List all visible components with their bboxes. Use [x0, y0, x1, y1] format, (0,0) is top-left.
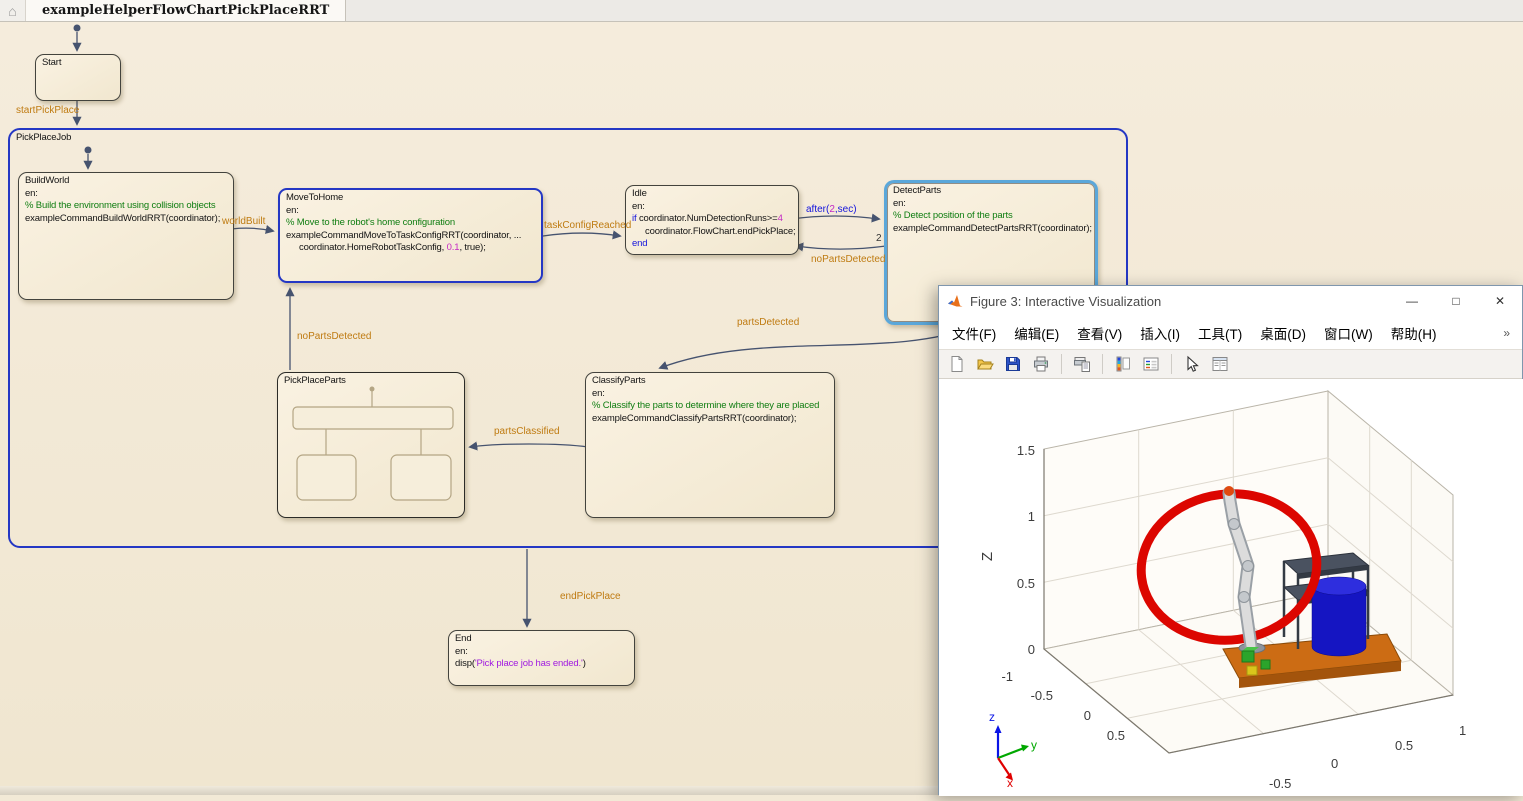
- transition-label-taskconfigreached[interactable]: taskConfigReached: [544, 220, 631, 231]
- state-name: ClassifyParts: [592, 375, 828, 388]
- property-inspector-icon[interactable]: [1208, 353, 1232, 375]
- state-entry-label: en:: [455, 646, 628, 659]
- menu-overflow-chevron[interactable]: »: [1503, 326, 1518, 340]
- state-code: exampleCommandClassifyPartsRRT(coordinat…: [592, 413, 828, 426]
- z-tick-label: 0.5: [999, 576, 1035, 591]
- menu-insert[interactable]: 插入(I): [1131, 323, 1189, 343]
- triad-x-label: x: [1007, 776, 1013, 790]
- toolbar-separator: [1102, 354, 1103, 374]
- state-code: exampleCommandDetectPartsRRT(coordinator…: [893, 223, 1089, 236]
- z-axis-label: Z: [979, 552, 996, 561]
- figure-toolbar: [939, 349, 1522, 379]
- state-comment: % Build the environment using collision …: [25, 200, 227, 213]
- transition-priority-badge: 2: [876, 233, 882, 244]
- menu-edit[interactable]: 编辑(E): [1005, 323, 1068, 343]
- state-code: exampleCommandBuildWorldRRT(coordinator)…: [25, 213, 227, 226]
- blue-cylinder: [1312, 577, 1366, 656]
- menu-tools[interactable]: 工具(T): [1189, 323, 1251, 343]
- state-entry-label: en:: [893, 198, 1089, 211]
- state-name: Idle: [632, 188, 792, 201]
- state-comment: % Move to the robot's home configuration: [286, 217, 535, 230]
- transition-label-worldbuilt[interactable]: worldBuilt: [222, 216, 265, 227]
- editor-bottom-edge: [0, 786, 938, 795]
- home-icon: ⌂: [8, 3, 16, 19]
- transition-label-nopartsdetected-left[interactable]: noPartsDetected: [297, 331, 372, 342]
- state-name: End: [455, 633, 628, 646]
- state-code: coordinator.HomeRobotTaskConfig, 0.1, tr…: [286, 242, 535, 255]
- orientation-triad: [995, 725, 1030, 781]
- y-tick-label: 0: [1055, 708, 1091, 723]
- state-idle[interactable]: Idle en: if coordinator.NumDetectionRuns…: [625, 185, 799, 255]
- y-tick-label: 0.5: [1089, 728, 1125, 743]
- menu-file[interactable]: 文件(F): [943, 323, 1005, 343]
- y-tick-label: -0.5: [1017, 688, 1053, 703]
- menu-view[interactable]: 查看(V): [1068, 323, 1131, 343]
- state-name: Start: [42, 57, 114, 70]
- state-name: MoveToHome: [286, 192, 535, 205]
- state-code: disp('Pick place job has ended.'): [455, 658, 628, 671]
- state-code: end: [632, 238, 792, 251]
- home-button[interactable]: ⌂: [0, 0, 26, 21]
- x-tick-label: 0.5: [1395, 738, 1413, 753]
- triad-y-label: y: [1031, 738, 1037, 752]
- state-name: PickPlaceJob: [16, 132, 1120, 145]
- state-movetohome[interactable]: MoveToHome en: % Move to the robot's hom…: [278, 188, 543, 283]
- state-end[interactable]: End en: disp('Pick place job has ended.'…: [448, 630, 635, 686]
- state-code: exampleCommandMoveToTaskConfigRRT(coordi…: [286, 230, 535, 243]
- matlab-logo-icon: [947, 293, 963, 309]
- state-name: DetectParts: [893, 185, 1089, 198]
- transition-label-partsdetected[interactable]: partsDetected: [737, 317, 799, 328]
- figure-window[interactable]: Figure 3: Interactive Visualization — □ …: [938, 285, 1523, 795]
- x-tick-label: 1: [1459, 723, 1466, 738]
- state-entry-label: en:: [632, 201, 792, 214]
- state-pickplaceparts[interactable]: PickPlaceParts: [277, 372, 465, 518]
- state-start[interactable]: Start: [35, 54, 121, 101]
- minimize-button[interactable]: —: [1390, 286, 1434, 316]
- print-figure-icon[interactable]: [1029, 353, 1053, 375]
- chart-tab-title: exampleHelperFlowChartPickPlaceRRT: [42, 3, 329, 18]
- z-tick-label: 1: [999, 509, 1035, 524]
- save-figure-icon[interactable]: [1001, 353, 1025, 375]
- close-button[interactable]: ✕: [1478, 286, 1522, 316]
- edit-plot-icon[interactable]: [1180, 353, 1204, 375]
- triad-z-label: z: [989, 710, 995, 724]
- transition-label-endpickplace[interactable]: endPickPlace: [560, 591, 621, 602]
- z-tick-label: 0: [999, 642, 1035, 657]
- x-tick-label: -0.5: [1269, 776, 1291, 791]
- state-entry-label: en:: [592, 388, 828, 401]
- subchart-preview: [278, 385, 465, 515]
- chart-tab[interactable]: exampleHelperFlowChartPickPlaceRRT: [26, 0, 346, 21]
- y-tick-label: -1: [977, 669, 1013, 684]
- x-tick-label: 0: [1331, 756, 1338, 771]
- open-file-icon[interactable]: [973, 353, 997, 375]
- state-comment: % Detect position of the parts: [893, 210, 1089, 223]
- state-classifyparts[interactable]: ClassifyParts en: % Classify the parts t…: [585, 372, 835, 518]
- state-buildworld[interactable]: BuildWorld en: % Build the environment u…: [18, 172, 234, 300]
- transition-label-startpickplace[interactable]: startPickPlace: [16, 105, 79, 116]
- state-name: BuildWorld: [25, 175, 227, 188]
- state-code: if coordinator.NumDetectionRuns>=4: [632, 213, 792, 226]
- maximize-button[interactable]: □: [1434, 286, 1478, 316]
- menu-desktop[interactable]: 桌面(D): [1251, 323, 1315, 343]
- z-tick-label: 1.5: [999, 443, 1035, 458]
- figure-title: Figure 3: Interactive Visualization: [970, 294, 1390, 309]
- state-comment: % Classify the parts to determine where …: [592, 400, 828, 413]
- toolbar-separator: [1061, 354, 1062, 374]
- insert-colorbar-icon[interactable]: [1111, 353, 1135, 375]
- figure-menubar: 文件(F) 编辑(E) 查看(V) 插入(I) 工具(T) 桌面(D) 窗口(W…: [939, 316, 1522, 349]
- state-code: coordinator.FlowChart.endPickPlace;: [632, 226, 792, 239]
- transition-label-after[interactable]: after(2,sec): [806, 204, 857, 215]
- transition-label-partsclassified[interactable]: partsClassified: [494, 426, 560, 437]
- transition-label-nopartsdetected-right[interactable]: noPartsDetected: [811, 254, 886, 265]
- state-entry-label: en:: [286, 205, 535, 218]
- insert-legend-icon[interactable]: [1139, 353, 1163, 375]
- new-figure-icon[interactable]: [945, 353, 969, 375]
- menu-window[interactable]: 窗口(W): [1315, 323, 1382, 343]
- print-preview-icon[interactable]: [1070, 353, 1094, 375]
- menu-help[interactable]: 帮助(H): [1382, 323, 1446, 343]
- figure-titlebar[interactable]: Figure 3: Interactive Visualization — □ …: [939, 286, 1522, 316]
- toolbar-separator: [1171, 354, 1172, 374]
- state-entry-label: en:: [25, 188, 227, 201]
- editor-tab-bar: ⌂ exampleHelperFlowChartPickPlaceRRT: [0, 0, 1523, 22]
